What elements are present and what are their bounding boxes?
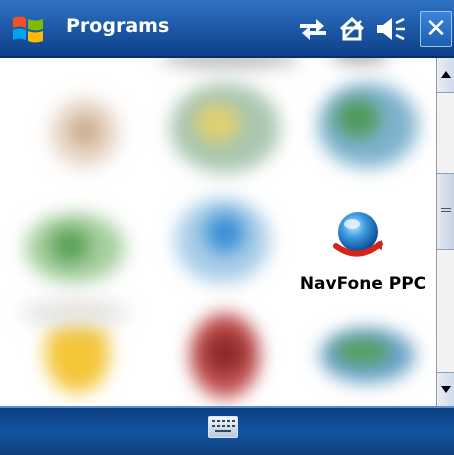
scroll-up-button[interactable]: [437, 58, 454, 93]
window-title: Programs: [66, 15, 170, 37]
arrow-down-icon: [441, 386, 451, 393]
volume-icon[interactable]: [374, 13, 408, 45]
arrow-up-icon: [441, 71, 451, 78]
softkey-bar: [0, 406, 454, 455]
vertical-scrollbar[interactable]: [436, 58, 454, 407]
scroll-thumb[interactable]: [437, 173, 454, 250]
close-icon: ✕: [425, 14, 447, 44]
windows-start-icon[interactable]: [10, 12, 46, 46]
program-label: NavFone PPC: [299, 274, 427, 294]
pocketpc-screen: Programs ✕ NavFone PPC: [0, 0, 454, 455]
scroll-down-button[interactable]: [437, 372, 454, 407]
title-bar: Programs ✕: [0, 0, 454, 58]
program-grid: NavFone PPC: [0, 58, 436, 406]
navfone-globe-icon: [333, 212, 383, 257]
close-button[interactable]: ✕: [420, 11, 452, 47]
grip-icon: [441, 208, 451, 209]
sync-icon[interactable]: [335, 13, 369, 45]
connectivity-icon[interactable]: [296, 13, 330, 45]
keyboard-icon[interactable]: [208, 416, 238, 438]
